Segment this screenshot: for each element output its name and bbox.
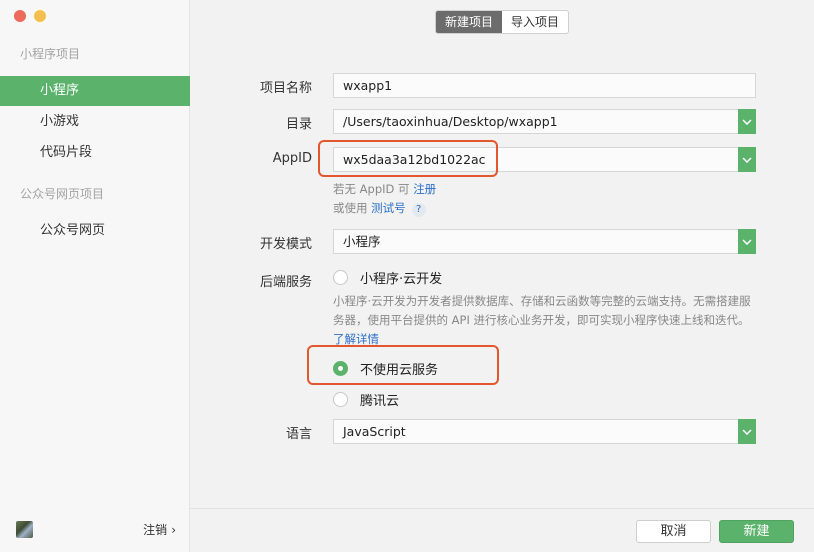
appid-label: AppID [272,151,312,166]
minimize-window-button[interactable] [34,10,46,22]
backend-label: 后端服务 [259,275,312,290]
footer-bar: 取消 新建 [190,508,814,552]
main-panel: 新建项目 导入项目 项目名称 wxapp1 目录 /Users/taoxinhu… [190,0,814,552]
logout-button[interactable]: 注销 › [143,521,176,538]
window-controls [14,10,46,22]
chevron-down-icon[interactable] [738,147,756,172]
dev-mode-value: 小程序 [343,234,381,249]
close-window-button[interactable] [14,10,26,22]
sidebar-item-minigame[interactable]: 小游戏 [0,107,190,137]
project-name-field[interactable]: wxapp1 [333,73,756,98]
sidebar-item-miniprogram[interactable]: 小程序 [0,76,190,106]
directory-label: 目录 [285,117,312,132]
radio-circle [333,270,348,285]
sidebar-item-code-snippet[interactable]: 代码片段 [0,138,190,168]
sidebar-footer: 注销 › [16,521,176,538]
cloud-dev-description: 小程序·云开发为开发者提供数据库、存储和云函数等完整的云端支持。无需搭建服务器，… [333,292,761,349]
sidebar: 小程序项目 小程序 小游戏 代码片段 公众号网页项目 公众号网页 注销 › [0,0,190,552]
radio-cloud-dev[interactable]: 小程序·云开发 [333,268,442,287]
cloud-dev-description-text: 小程序·云开发为开发者提供数据库、存储和云函数等完整的云端支持。无需搭建服务器，… [333,294,751,327]
sidebar-section-official: 公众号网页项目 [20,187,105,201]
chevron-down-icon[interactable] [738,109,756,134]
create-button[interactable]: 新建 [719,520,794,543]
language-label: 语言 [285,427,312,442]
project-name-value: wxapp1 [343,78,393,93]
project-tabs: 新建项目 导入项目 [435,10,570,34]
tab-new-project[interactable]: 新建项目 [436,11,503,33]
dev-mode-select[interactable]: 小程序 [333,229,756,254]
appid-highlight-box [318,140,498,177]
sidebar-item-official-web[interactable]: 公众号网页 [0,216,190,246]
chevron-down-icon[interactable] [738,229,756,254]
dev-mode-label: 开发模式 [259,237,312,252]
radio-tencent-cloud[interactable]: 腾讯云 [333,390,399,409]
sidebar-section-miniprogram: 小程序项目 [20,47,81,61]
appid-test-hint: 或使用 测试号? [333,200,426,217]
appid-register-hint: 若无 AppID 可 注册 [333,181,436,197]
cancel-button[interactable]: 取消 [636,520,711,543]
language-value: JavaScript [343,424,406,439]
directory-field[interactable]: /Users/taoxinhua/Desktop/wxapp1 [333,109,756,134]
tab-import-project[interactable]: 导入项目 [502,11,568,33]
project-name-label: 项目名称 [259,81,312,96]
appid-register-prefix: 若无 AppID 可 [333,182,414,196]
chevron-right-icon: › [171,523,176,537]
radio-circle [333,392,348,407]
register-link[interactable]: 注册 [413,182,436,196]
language-select[interactable]: JavaScript [333,419,756,444]
logout-label: 注销 [143,523,168,537]
radio-no-cloud-label: 不使用云服务 [360,363,439,378]
avatar[interactable] [16,521,33,538]
learn-more-link[interactable]: 了解详情 [333,332,379,346]
help-icon[interactable]: ? [411,203,426,217]
radio-cloud-dev-label: 小程序·云开发 [360,272,443,287]
appid-test-prefix: 或使用 [333,201,372,215]
radio-tencent-cloud-label: 腾讯云 [360,394,400,409]
chevron-down-icon[interactable] [738,419,756,444]
test-account-link[interactable]: 测试号 [371,201,406,215]
radio-circle-checked [333,361,348,376]
directory-value: /Users/taoxinhua/Desktop/wxapp1 [343,114,558,129]
radio-no-cloud[interactable]: 不使用云服务 [333,359,438,378]
